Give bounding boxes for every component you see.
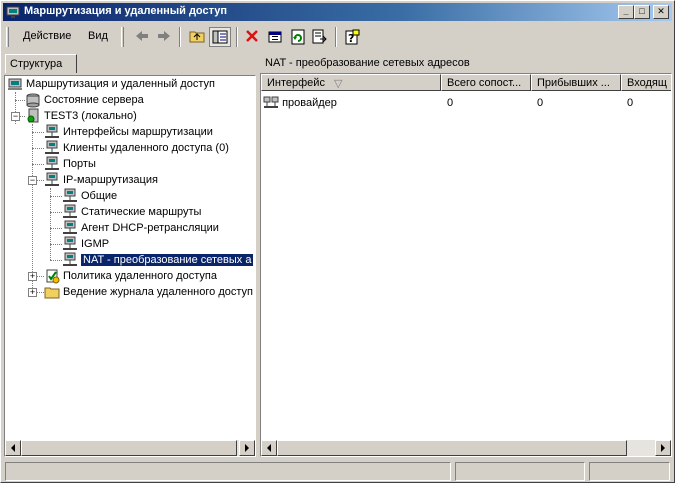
network-icon xyxy=(63,236,77,250)
back-arrow-icon[interactable] xyxy=(131,27,153,47)
tree-item-igmp[interactable]: IGMP xyxy=(62,236,109,252)
column-total-mappings[interactable]: Всего сопост... xyxy=(441,74,531,91)
server-icon xyxy=(27,108,39,123)
column-inbound[interactable]: Прибывших ... xyxy=(531,74,621,91)
expand-policy-icon[interactable]: + xyxy=(28,272,37,281)
scroll-thumb[interactable] xyxy=(277,440,627,456)
network-icon xyxy=(63,204,77,218)
status-segment xyxy=(589,462,670,481)
network-icon xyxy=(45,156,59,170)
scroll-right-button[interactable] xyxy=(239,440,255,456)
maximize-button[interactable]: □ xyxy=(634,5,650,19)
network-icon xyxy=(63,220,77,234)
collapse-ip-routing-icon[interactable]: − xyxy=(28,176,37,185)
menu-grip[interactable] xyxy=(6,27,9,47)
menu-action[interactable]: Действие xyxy=(23,30,71,42)
properties-icon[interactable] xyxy=(264,27,286,47)
close-button[interactable]: ✕ xyxy=(653,5,669,19)
inbound-cell: 0 xyxy=(537,97,544,109)
tree-connector xyxy=(50,196,62,197)
column-interface[interactable]: Интерфейс ▽ xyxy=(261,74,441,91)
menu-toolbar: Действие Вид ? xyxy=(3,23,672,51)
tree-item-remote-access-policy[interactable]: Политика удаленного доступа xyxy=(44,268,217,284)
tree-connector xyxy=(15,100,25,101)
toolbar-separator xyxy=(236,27,238,47)
tree-item-nat[interactable]: NAT - преобразование сетевых а xyxy=(62,252,254,268)
show-hide-tree-icon[interactable] xyxy=(209,27,231,47)
tree-item-remote-access-logging[interactable]: Ведение журнала удаленного доступ xyxy=(44,284,253,300)
tree-item-ports[interactable]: Порты xyxy=(44,156,96,172)
refresh-icon[interactable] xyxy=(287,27,309,47)
tree-connector xyxy=(50,244,62,245)
sort-indicator-icon: ▽ xyxy=(334,78,343,90)
console-tree[interactable]: − − + + Маршрутизация и удаленный доступ… xyxy=(4,75,256,457)
list-horizontal-scrollbar[interactable] xyxy=(261,440,671,456)
expand-logging-icon[interactable]: + xyxy=(28,288,37,297)
tab-structure[interactable]: Структура xyxy=(5,54,77,73)
minimize-button[interactable]: _ xyxy=(618,5,634,19)
scroll-left-button[interactable] xyxy=(261,440,277,456)
network-icon xyxy=(63,252,77,266)
tree-item-routing-interfaces[interactable]: Интерфейсы маршрутизации xyxy=(44,124,213,140)
tree-item-general[interactable]: Общие xyxy=(62,188,117,204)
tree-item-test3[interactable]: TEST3 (локально) xyxy=(25,108,137,124)
tree-item-remote-clients[interactable]: Клиенты удаленного доступа (0) xyxy=(44,140,229,156)
tree-item-dhcp-relay[interactable]: Агент DHCP-ретрансляции xyxy=(62,220,219,236)
toolbar-separator xyxy=(179,27,181,47)
policy-icon xyxy=(46,269,60,284)
tree-connector xyxy=(32,132,44,133)
toolbar-grip[interactable] xyxy=(121,27,124,47)
routing-icon xyxy=(8,78,22,90)
routing-app-icon xyxy=(6,6,20,18)
delete-icon[interactable] xyxy=(241,27,263,47)
server-status-icon xyxy=(26,93,40,108)
tree-connector xyxy=(36,180,44,181)
scroll-thumb[interactable] xyxy=(21,440,237,456)
folder-icon xyxy=(44,287,60,299)
network-icon xyxy=(63,188,77,202)
tree-connector xyxy=(50,260,62,261)
toolbar-separator xyxy=(335,27,337,47)
tree-horizontal-scrollbar[interactable] xyxy=(5,440,255,456)
status-segment xyxy=(455,462,585,481)
collapse-test3-icon[interactable]: − xyxy=(11,112,20,121)
up-folder-icon[interactable] xyxy=(186,27,208,47)
forward-arrow-icon[interactable] xyxy=(153,27,175,47)
total-mappings-cell: 0 xyxy=(447,97,454,109)
column-incoming[interactable]: Входящ xyxy=(621,74,671,91)
network-icon xyxy=(45,140,59,154)
title-bar[interactable]: Маршрутизация и удаленный доступ _ □ ✕ xyxy=(3,3,672,21)
tree-item-static-routes[interactable]: Статические маршруты xyxy=(62,204,201,220)
menu-view[interactable]: Вид xyxy=(88,30,108,42)
window-title: Маршрутизация и удаленный доступ xyxy=(24,5,228,17)
help-icon[interactable]: ? xyxy=(341,27,363,47)
network-icon xyxy=(45,172,59,186)
tree-item-routing-root[interactable]: Маршрутизация и удаленный доступ xyxy=(7,76,215,92)
tree-connector xyxy=(32,164,44,165)
scroll-left-button[interactable] xyxy=(5,440,21,456)
incoming-cell: 0 xyxy=(627,97,634,109)
scroll-right-button[interactable] xyxy=(655,440,671,456)
tree-item-ip-routing[interactable]: IP-маршрутизация xyxy=(44,172,158,188)
tree-connector xyxy=(36,276,44,277)
tree-connector xyxy=(50,188,51,260)
status-segment-main xyxy=(5,462,451,481)
tree-item-server-status[interactable]: Состояние сервера xyxy=(25,92,144,108)
result-pane-header: NAT - преобразование сетевых адресов xyxy=(265,57,470,69)
mmc-window: Маршрутизация и удаленный доступ _ □ ✕ Д… xyxy=(0,0,675,483)
tree-connector xyxy=(50,212,62,213)
tree-connector xyxy=(36,292,44,293)
network-icon xyxy=(45,124,59,138)
interface-cell: провайдер xyxy=(263,95,337,111)
export-list-icon[interactable] xyxy=(309,27,331,47)
tree-connector xyxy=(32,148,44,149)
network-interface-icon xyxy=(263,96,279,108)
tree-connector xyxy=(32,124,33,294)
result-list[interactable]: Интерфейс ▽ Всего сопост... Прибывших ..… xyxy=(260,73,672,457)
tree-connector xyxy=(50,228,62,229)
left-panel-tabs: Структура xyxy=(4,53,256,73)
status-bar xyxy=(3,461,672,481)
